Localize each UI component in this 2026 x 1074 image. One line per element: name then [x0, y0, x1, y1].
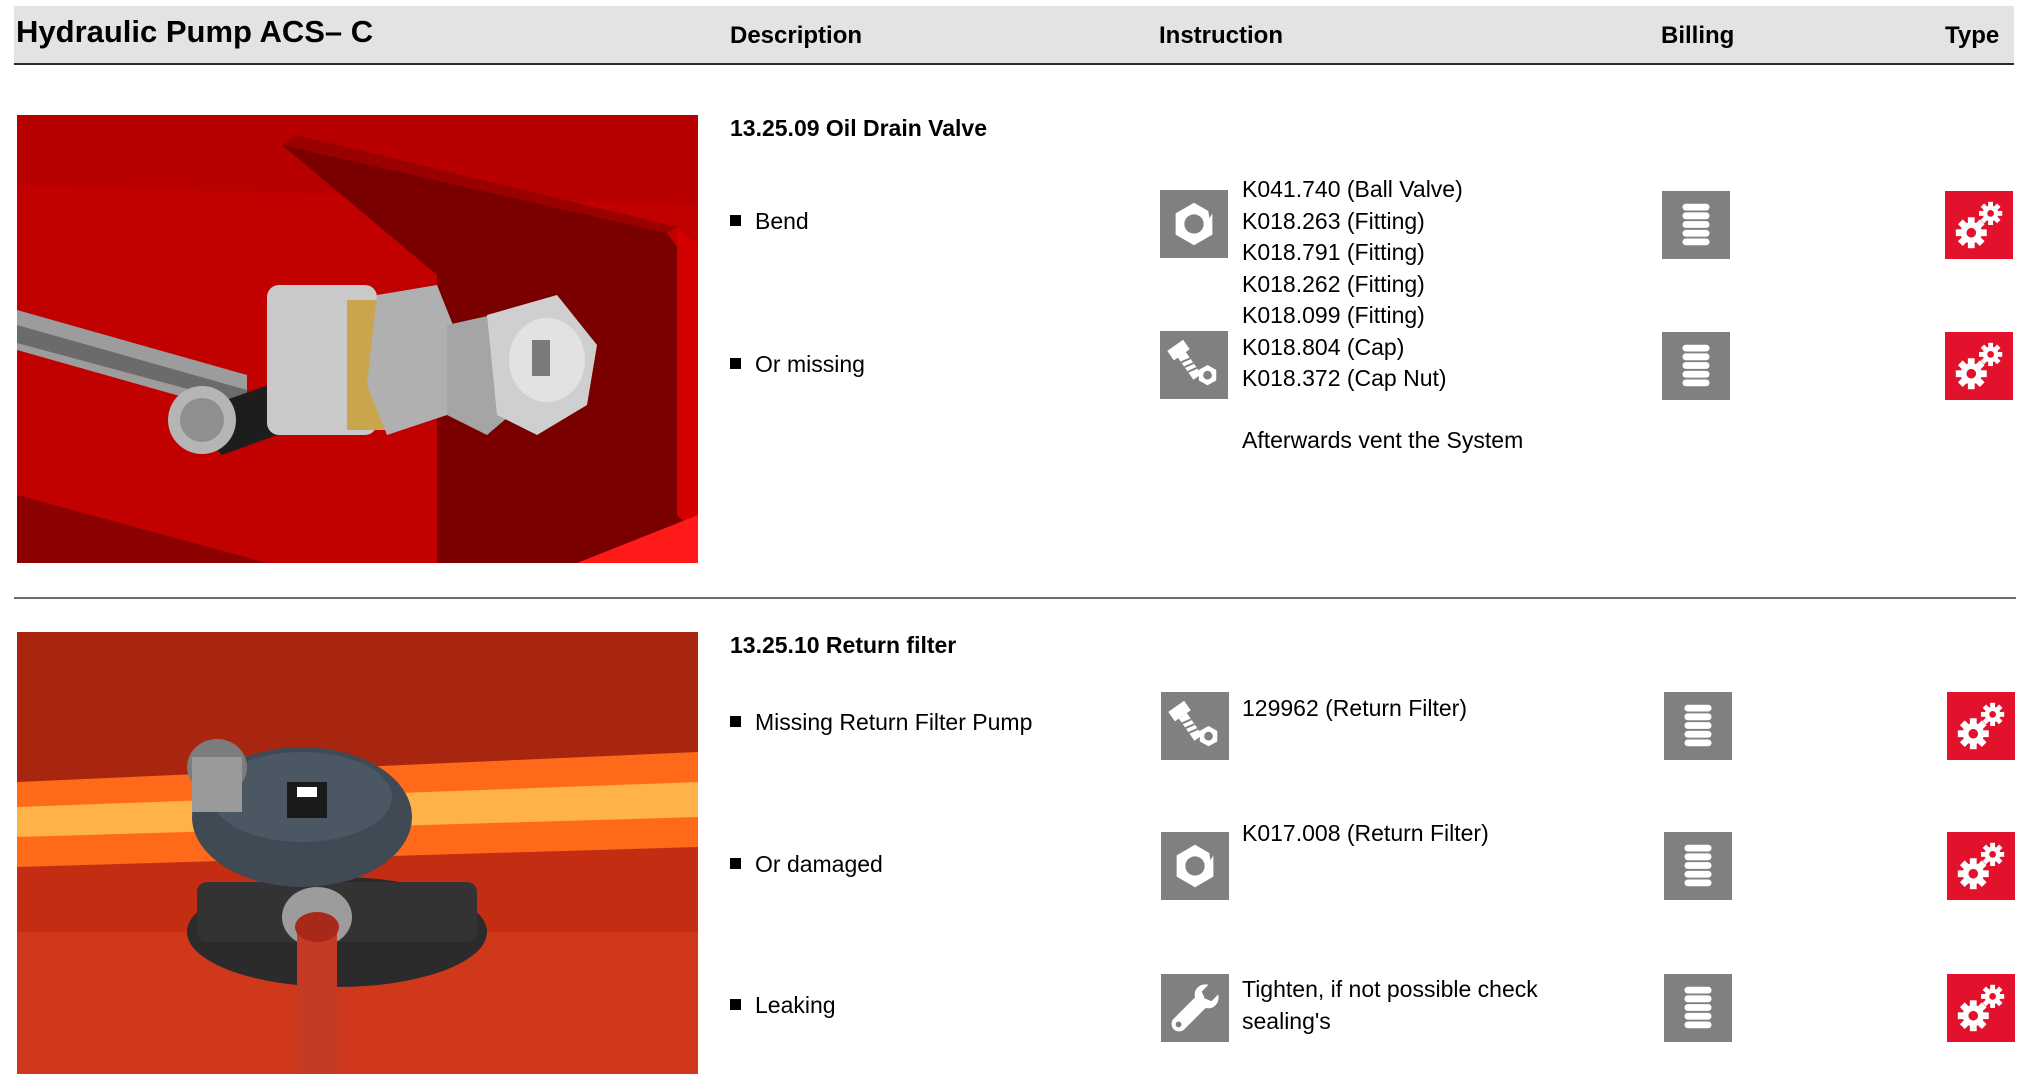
part-number: K018.262 (Fitting): [1242, 270, 1425, 297]
bolt-nut-icon: [1161, 692, 1229, 760]
part-number: K017.008 (Return Filter): [1242, 820, 1489, 846]
coin-stack-icon: [1662, 191, 1730, 259]
bullet-icon: [730, 358, 741, 369]
gears-icon: [1947, 692, 2015, 760]
column-header-description: Description: [730, 22, 863, 49]
list-item: Missing Return Filter Pump: [730, 709, 1032, 736]
column-header-type: Type: [1945, 22, 2000, 49]
list-item: Or missing: [730, 351, 865, 378]
column-header-billing: Billing: [1661, 22, 1735, 49]
part-number: K041.740 (Ball Valve): [1242, 176, 1463, 202]
part-number: K018.791 (Fitting): [1242, 239, 1425, 265]
gears-icon: [1945, 332, 2013, 400]
bullet-icon: [730, 716, 741, 727]
gears-icon: [1947, 832, 2015, 900]
bullet-icon: [730, 999, 741, 1010]
section-title: 13.25.10 Return filter: [730, 632, 957, 658]
instruction-note: Afterwards vent the System: [1242, 427, 1524, 453]
part-number: K018.099 (Fitting): [1242, 302, 1425, 328]
instruction-text: Tighten, if not possible check sealing's: [1242, 976, 1538, 1034]
page-title: Hydraulic Pump ACS– C: [16, 14, 374, 49]
part-number: 129962 (Return Filter): [1242, 695, 1467, 721]
gears-icon: [1947, 974, 2015, 1042]
return-filter-image: [17, 632, 698, 1074]
coin-stack-icon: [1664, 974, 1732, 1042]
parts-list: K041.740 (Ball Valve) K018.263 (Fitting)…: [1242, 174, 1463, 395]
part-number: K018.804 (Cap): [1242, 333, 1405, 360]
oil-drain-valve-image: [17, 115, 698, 563]
table-header: Hydraulic Pump ACS– C Description Instru…: [14, 6, 2014, 65]
nut-icon: [1161, 832, 1229, 900]
section-divider: [14, 597, 2016, 599]
wrench-icon: [1161, 974, 1229, 1042]
part-number: K018.263 (Fitting): [1242, 207, 1425, 234]
list-item: Leaking: [730, 992, 836, 1019]
nut-icon: [1160, 190, 1228, 258]
part-number: K018.372 (Cap Nut): [1242, 365, 1447, 391]
list-item: Bend: [730, 208, 809, 235]
section-title: 13.25.09 Oil Drain Valve: [730, 115, 987, 141]
coin-stack-icon: [1664, 832, 1732, 900]
gears-icon: [1945, 191, 2013, 259]
bullet-icon: [730, 215, 741, 226]
column-header-instruction: Instruction: [1159, 22, 1283, 49]
bolt-nut-icon: [1160, 331, 1228, 399]
coin-stack-icon: [1662, 332, 1730, 400]
coin-stack-icon: [1664, 692, 1732, 760]
list-item: Or damaged: [730, 851, 883, 878]
bullet-icon: [730, 858, 741, 869]
